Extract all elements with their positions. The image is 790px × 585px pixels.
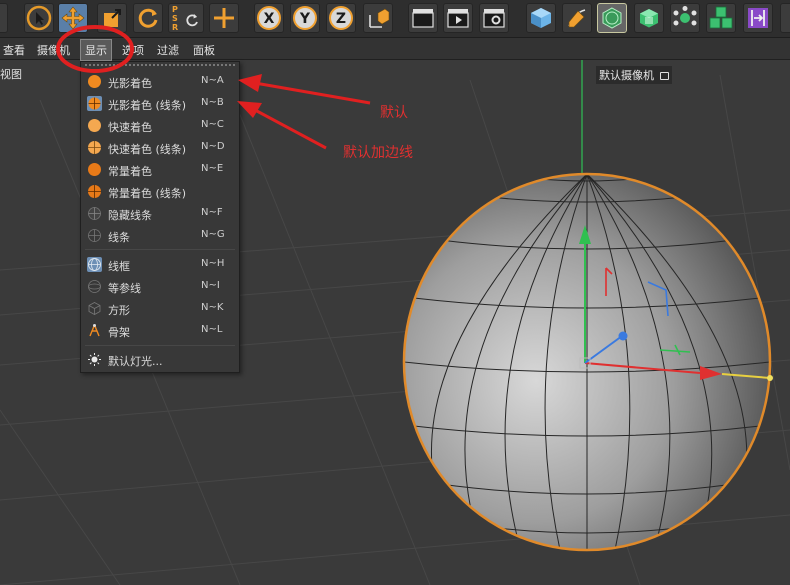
annotation-overlay (56, 25, 371, 150)
arrow-default (238, 74, 371, 105)
annotation-default-label: 默认 (380, 105, 408, 121)
annotation-default-edges-label: 默认加边线 (343, 145, 413, 161)
highlight-circle (56, 25, 134, 73)
arrow-default-edges (237, 101, 327, 150)
